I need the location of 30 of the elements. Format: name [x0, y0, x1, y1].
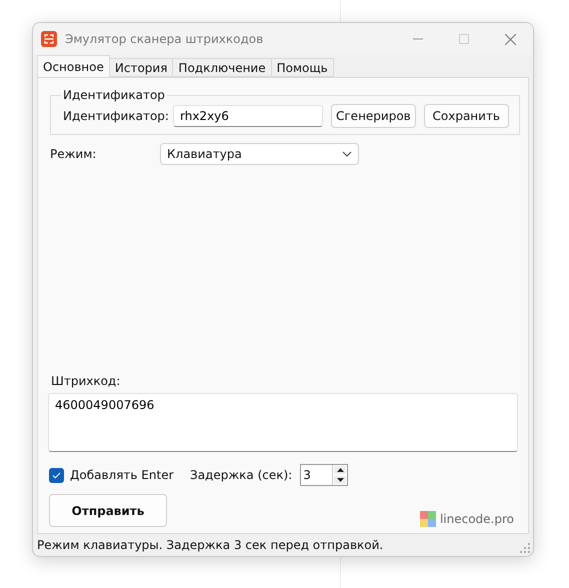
status-text: Режим клавиатуры. Задержка 3 сек перед отправкой.: [37, 538, 384, 552]
tab[interactable]: Помощь: [270, 58, 334, 77]
add-enter-label: Добавлять Enter: [70, 468, 175, 482]
brand-text: linecode.pro: [440, 512, 514, 526]
tab[interactable]: Подключение: [172, 58, 272, 77]
save-button[interactable]: Сохранить: [424, 104, 509, 128]
delay-spinbox[interactable]: 3: [300, 464, 348, 486]
barcode-field[interactable]: 4600049007696: [48, 393, 518, 452]
tab[interactable]: Основное: [37, 55, 110, 77]
tab[interactable]: История: [108, 58, 174, 77]
chevron-down-icon: [342, 151, 352, 157]
delay-label: Задержка (сек):: [190, 468, 292, 482]
generate-button[interactable]: Сгенериров: [331, 104, 416, 128]
logo-icon: [420, 511, 436, 527]
barcode-label: Штрихкод:: [51, 374, 122, 388]
spin-down-button[interactable]: [334, 476, 346, 484]
app-icon: [41, 31, 57, 47]
identifier-label: Идентификатор:: [63, 109, 170, 123]
resize-grip-icon: [519, 542, 530, 553]
send-button[interactable]: Отправить: [49, 494, 167, 527]
spin-up-button[interactable]: [334, 466, 346, 474]
close-icon: [504, 34, 516, 44]
group-title: Идентификатор: [62, 88, 166, 102]
mode-label: Режим:: [50, 147, 98, 161]
add-enter-checkbox[interactable]: [49, 468, 64, 482]
checkmark-icon: [52, 472, 61, 478]
maximize-icon: [459, 34, 469, 44]
window-title: Эмулятор сканера штрихкодов: [65, 32, 264, 46]
mode-dropdown[interactable]: Клавиатура: [160, 143, 359, 165]
identifier-field[interactable]: rhx2xy6: [173, 105, 323, 127]
